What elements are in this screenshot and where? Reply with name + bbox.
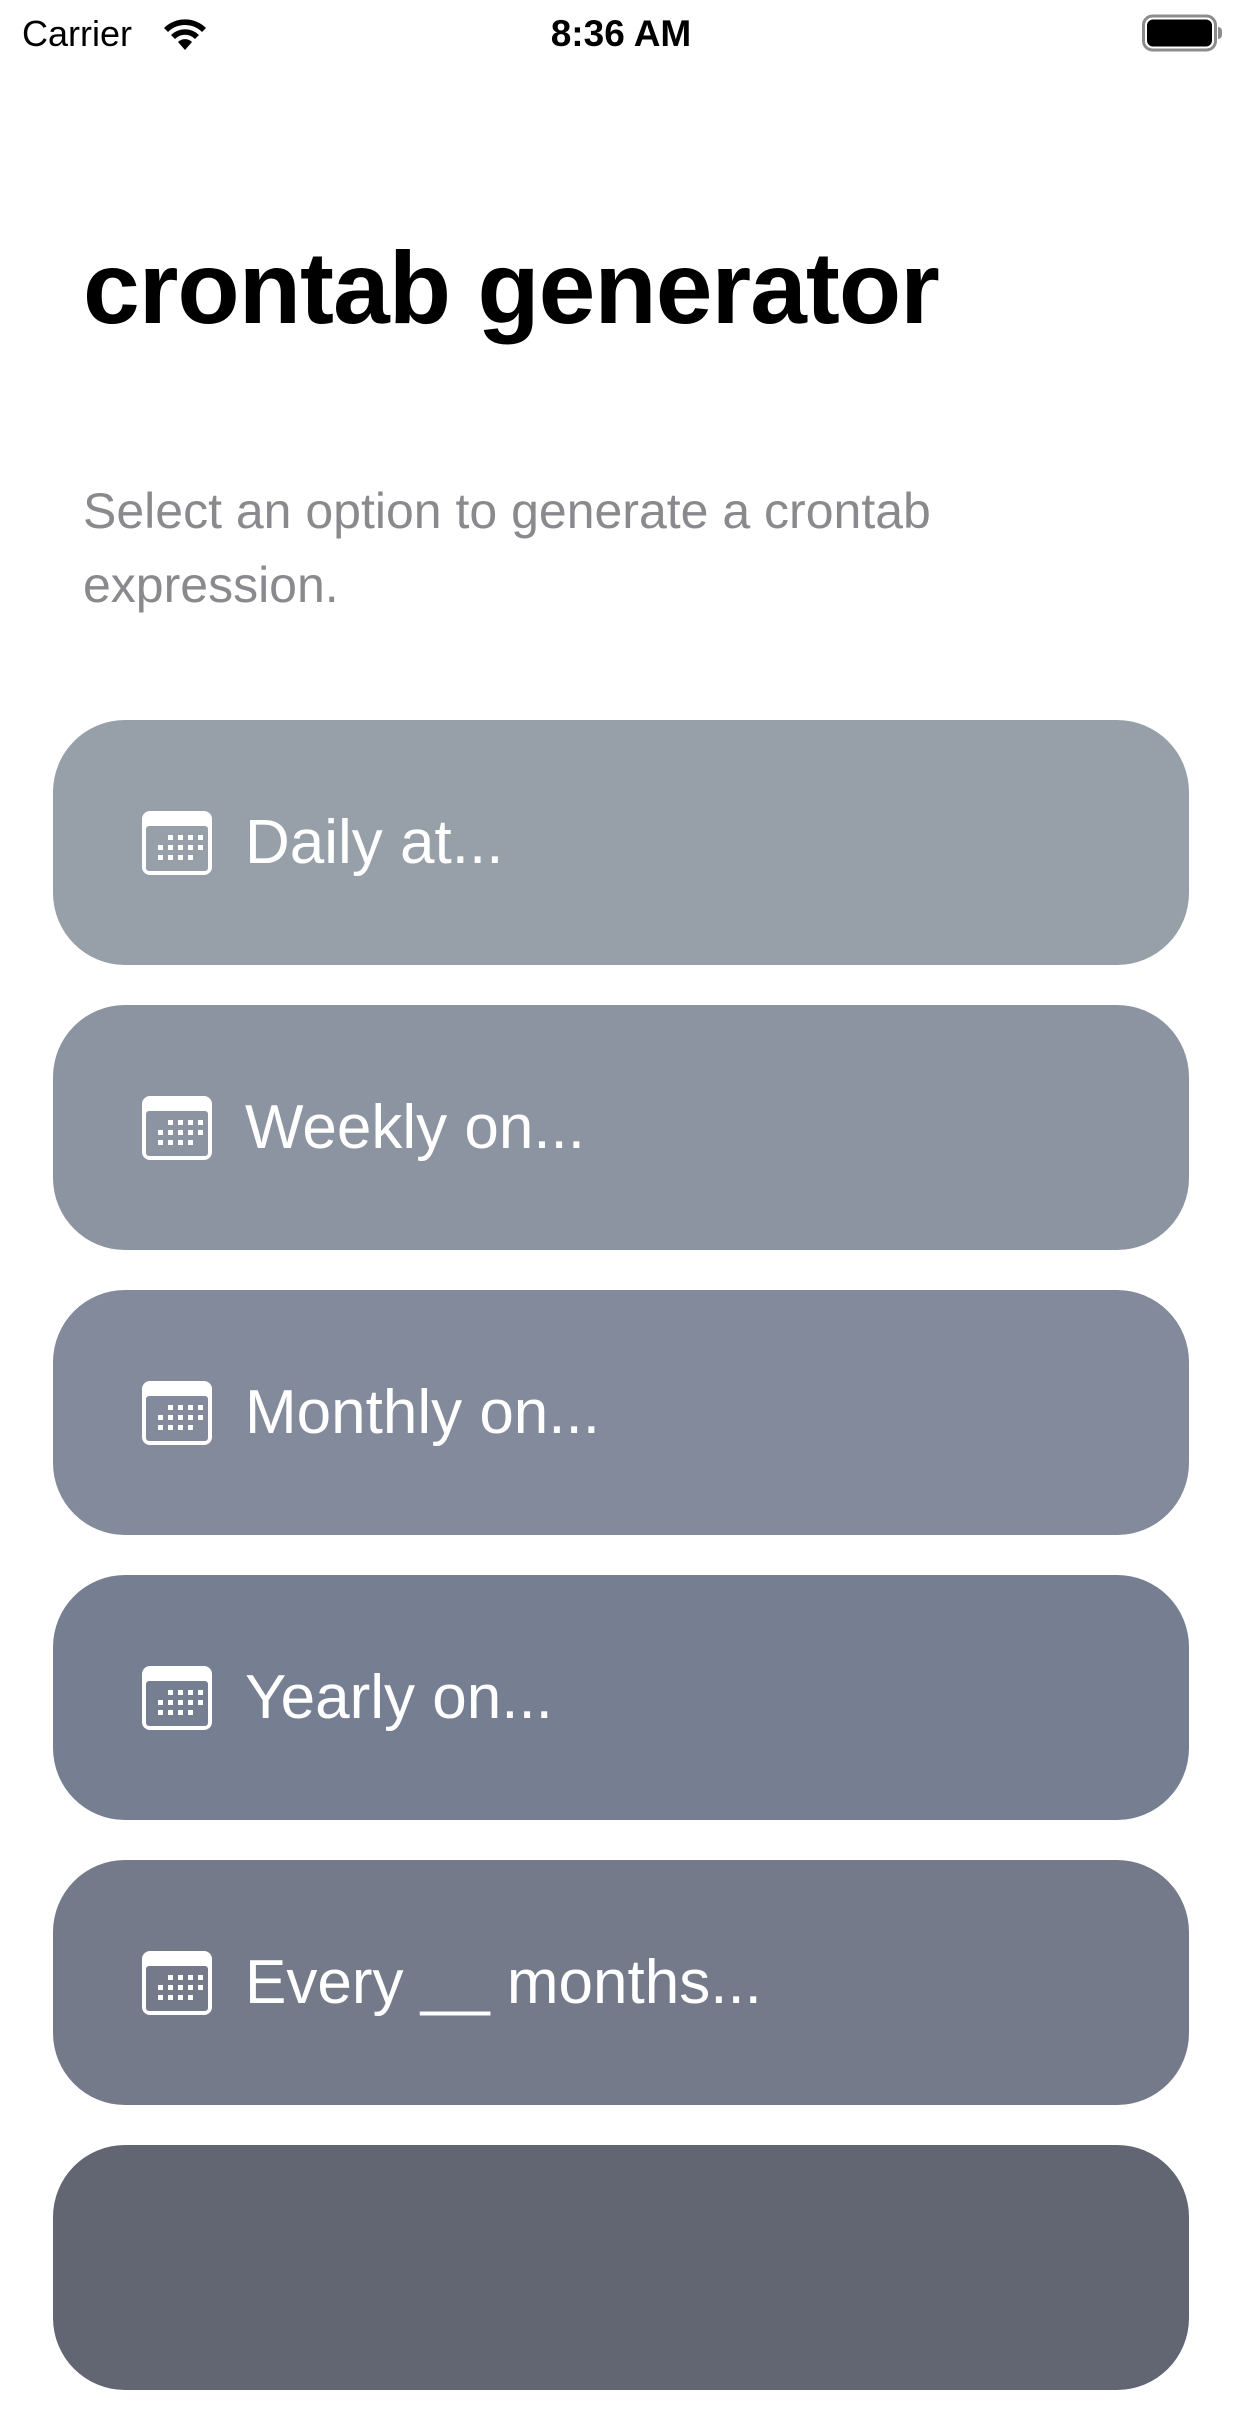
calendar-icon: [142, 1380, 212, 1445]
status-bar: Carrier 8:36 AM: [0, 0, 1242, 66]
option-label: Every __ months...: [245, 1947, 762, 2017]
option-label: Weekly on...: [245, 1092, 586, 1162]
daily-option-button[interactable]: Daily at...: [53, 720, 1189, 965]
option-label: Yearly on...: [245, 1662, 553, 1732]
partial-option-button[interactable]: [53, 2145, 1189, 2390]
calendar-icon: [142, 1950, 212, 2015]
calendar-icon: [142, 1095, 212, 1160]
option-list: Daily at... Weekly on... Monthly on... Y…: [53, 720, 1189, 2430]
monthly-option-button[interactable]: Monthly on...: [53, 1290, 1189, 1535]
every-n-months-option-button[interactable]: Every __ months...: [53, 1860, 1189, 2105]
option-label: Monthly on...: [245, 1377, 600, 1447]
page-title: crontab generator: [83, 231, 940, 345]
page-subtitle: Select an option to generate a crontab e…: [83, 483, 931, 613]
calendar-icon: [142, 810, 212, 875]
battery-full-icon: [1142, 14, 1222, 52]
calendar-icon: [142, 1665, 212, 1730]
yearly-option-button[interactable]: Yearly on...: [53, 1575, 1189, 1820]
weekly-option-button[interactable]: Weekly on...: [53, 1005, 1189, 1250]
option-label: Daily at...: [245, 807, 504, 877]
status-time: 8:36 AM: [550, 13, 692, 54]
